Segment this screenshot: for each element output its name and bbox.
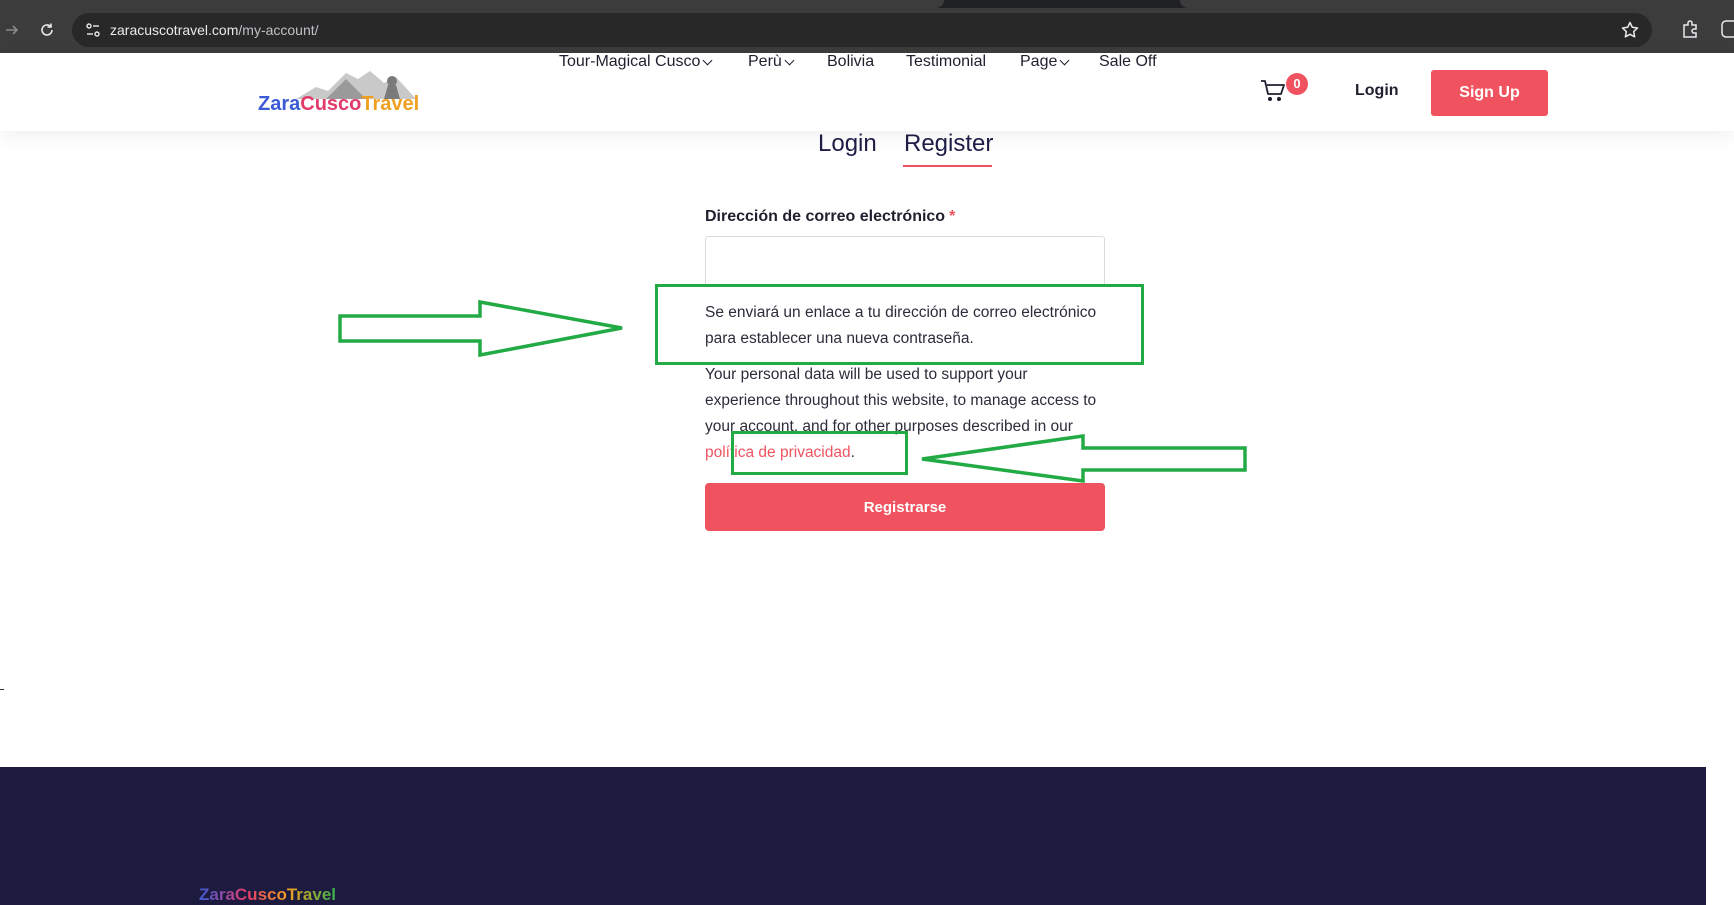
address-bar[interactable]: zaracuscotravel.com/my-account/: [72, 13, 1652, 47]
cart-icon[interactable]: [1260, 79, 1286, 103]
tab-strip: [0, 0, 1734, 8]
logo-part-cusco: Cusco: [300, 93, 362, 115]
annotation-box-privacy-link: [731, 431, 908, 475]
email-input[interactable]: [705, 236, 1105, 286]
active-tab-edge[interactable]: [0, 0, 944, 8]
required-asterisk: *: [949, 208, 956, 225]
inactive-tab-edge[interactable]: [1180, 0, 1734, 8]
nav-label: Perù: [748, 53, 782, 70]
site-settings-icon[interactable]: [84, 21, 102, 39]
nav-page[interactable]: Page: [1020, 53, 1070, 71]
forward-icon[interactable]: [0, 16, 26, 44]
cart-count-badge: 0: [1286, 73, 1308, 95]
chevron-down-icon: [1059, 55, 1070, 66]
logo-text: ZaraCuscoTravel: [258, 93, 419, 116]
site-footer: ZaraCuscoTravel: [0, 767, 1706, 905]
nav-label: Tour-Magical Cusco: [559, 53, 701, 70]
register-submit-button[interactable]: Registrarse: [705, 483, 1105, 531]
url-host: zaracuscotravel.com: [110, 22, 239, 38]
tab-login[interactable]: Login: [818, 130, 877, 158]
browser-toolbar: zaracuscotravel.com/my-account/: [0, 0, 1734, 53]
footer-logo-text: ZaraCuscoTravel: [199, 885, 337, 904]
annotation-box-notice: [655, 284, 1144, 365]
reload-icon[interactable]: [33, 16, 61, 44]
screen: zaracuscotravel.com/my-account/ ZaraCusc…: [0, 0, 1734, 905]
nav-sale-off[interactable]: Sale Off: [1099, 53, 1157, 71]
url-path: /my-account/: [238, 22, 319, 38]
nav-tour-magical-cusco[interactable]: Tour-Magical Cusco: [559, 53, 713, 71]
email-label-text: Dirección de correo electrónico: [705, 208, 946, 225]
edge-marker: [0, 689, 4, 690]
header-login-link[interactable]: Login: [1355, 82, 1399, 100]
chevron-down-icon: [784, 55, 795, 66]
nav-label: Sale Off: [1099, 53, 1157, 70]
extensions-icon[interactable]: [1680, 18, 1702, 40]
footer-logo[interactable]: ZaraCuscoTravel: [199, 885, 336, 905]
signup-button[interactable]: Sign Up: [1431, 70, 1548, 116]
account-tabs: Login Register: [0, 128, 1734, 168]
tab-register[interactable]: Register: [904, 130, 993, 158]
url-text[interactable]: zaracuscotravel.com/my-account/: [110, 22, 319, 38]
chevron-down-icon: [702, 55, 713, 66]
nav-testimonial[interactable]: Testimonial: [906, 53, 986, 71]
site-logo[interactable]: ZaraCuscoTravel: [256, 69, 450, 117]
profile-icon-partial[interactable]: [1720, 18, 1734, 40]
nav-label: Testimonial: [906, 53, 987, 70]
active-tab-indicator: [903, 165, 992, 167]
annotation-arrow-right: [338, 299, 623, 358]
logo-part-zara: Zara: [258, 93, 301, 115]
email-field-label: Dirección de correo electrónico *: [705, 208, 955, 226]
bookmark-star-icon[interactable]: [1620, 20, 1640, 40]
nav-bolivia[interactable]: Bolivia: [827, 53, 874, 71]
nav-peru[interactable]: Perù: [748, 53, 795, 71]
logo-part-travel: Travel: [361, 93, 420, 115]
privacy-text: Your personal data will be used to suppo…: [705, 366, 1097, 435]
nav-label: Bolivia: [827, 53, 875, 70]
nav-label: Page: [1020, 53, 1058, 70]
site-header: ZaraCuscoTravel Tour-Magical Cusco Perù …: [0, 53, 1734, 131]
